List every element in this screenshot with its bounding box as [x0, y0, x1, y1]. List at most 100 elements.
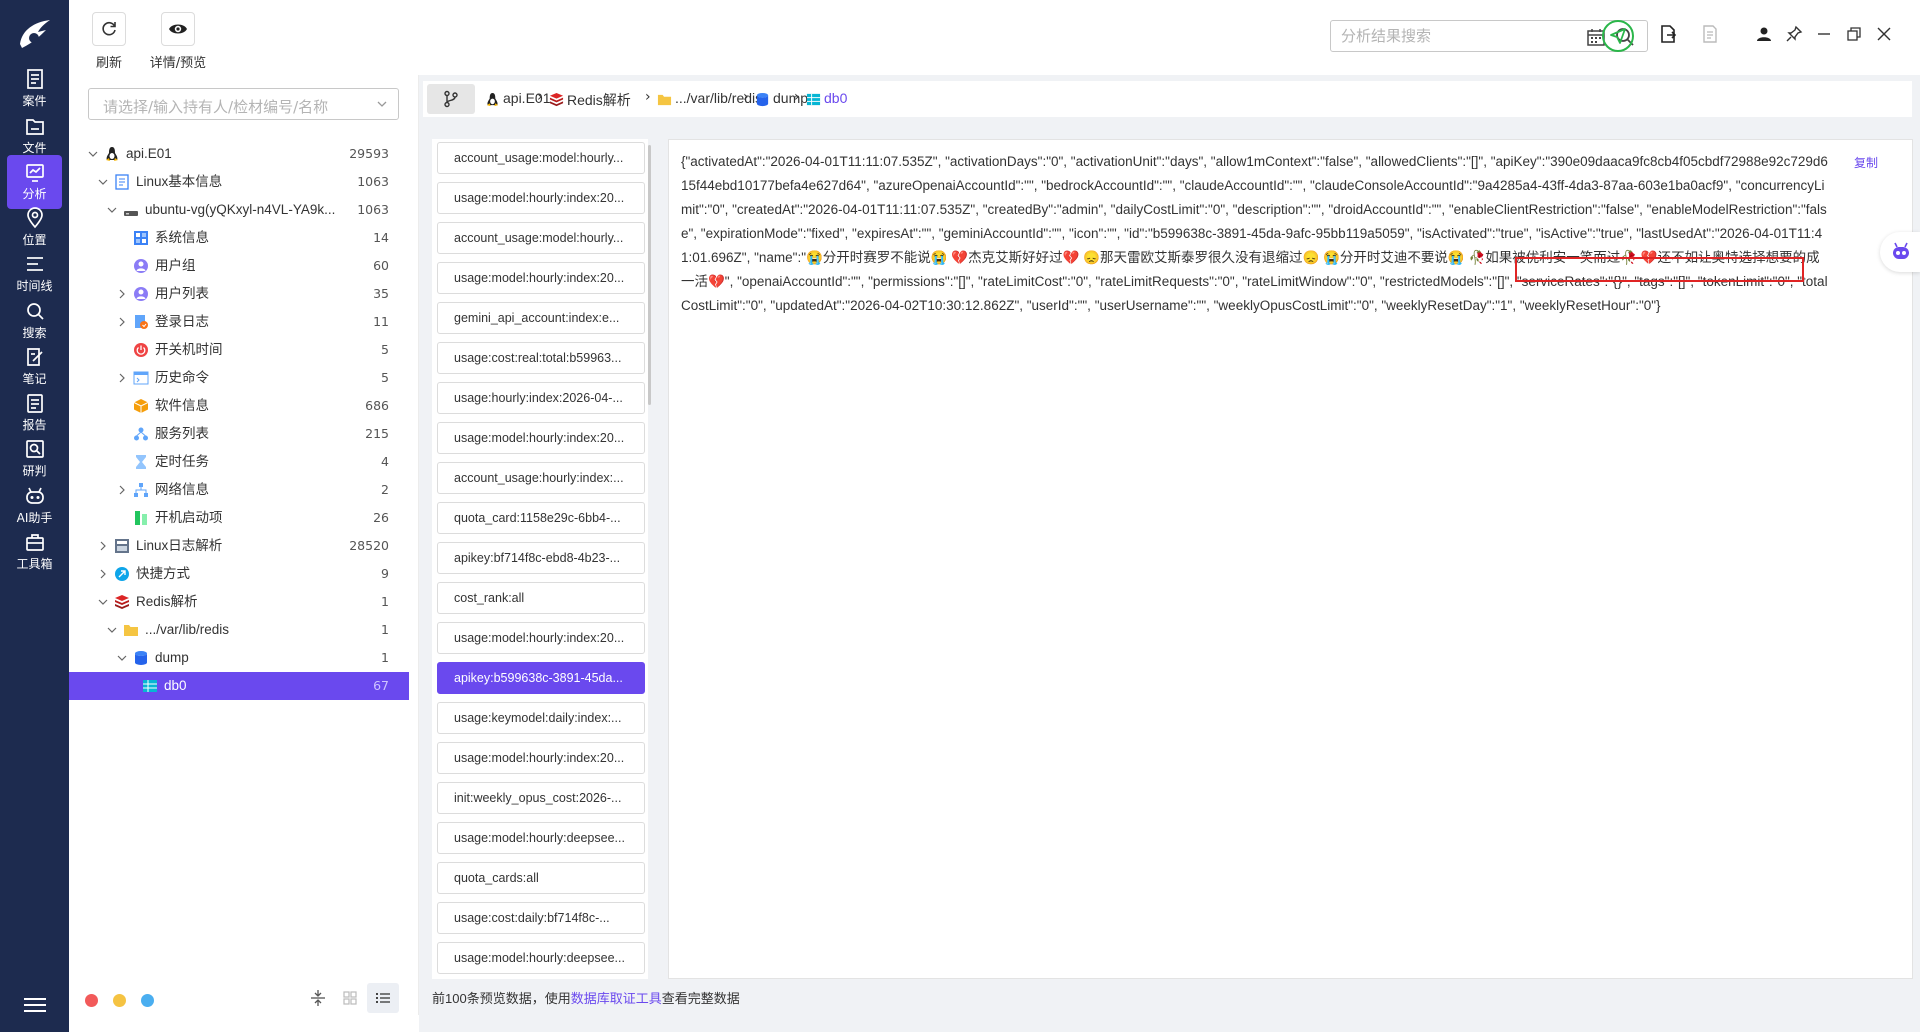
- refresh-button[interactable]: 刷新: [92, 12, 126, 71]
- breadcrumb-item[interactable]: dump: [773, 90, 808, 106]
- preview-note-suffix: 查看完整数据: [661, 991, 740, 1006]
- folder-icon: [657, 94, 672, 106]
- tree-row[interactable]: api.E01 29593: [78, 140, 409, 168]
- chevron-down-icon[interactable]: [98, 597, 108, 607]
- key-item[interactable]: apikey:b599638c-3891-45da...: [437, 662, 645, 694]
- key-item[interactable]: usage:model:hourly:index:20...: [437, 262, 645, 294]
- key-item[interactable]: quota_card:1158e29c-6bb4-...: [437, 502, 645, 534]
- left-nav: 案件 文件 分析 位置 时间线 搜索 笔记 报告 研判 AI助手 工具箱: [0, 0, 69, 1032]
- close-icon[interactable]: [1874, 24, 1894, 44]
- chevron-down-icon[interactable]: [98, 177, 108, 187]
- chevron-right-icon[interactable]: [98, 541, 108, 551]
- tree-row[interactable]: 开关机时间 5: [78, 336, 409, 364]
- evidence-select[interactable]: 请选择/输入持有人/检材编号/名称: [88, 88, 399, 120]
- key-item[interactable]: usage:cost:real:total:b59963...: [437, 342, 645, 374]
- key-item[interactable]: cost_rank:all: [437, 582, 645, 614]
- tree-row[interactable]: 系统信息 14: [78, 224, 409, 252]
- terminal-icon: [133, 371, 149, 385]
- nav-item-judge[interactable]: 研判: [7, 432, 62, 486]
- nav-item-case[interactable]: 案件: [7, 62, 62, 116]
- tree-row-count: 2: [381, 482, 389, 497]
- tree-row[interactable]: 开机启动项 26: [78, 504, 409, 532]
- tree-row[interactable]: db0 67: [69, 672, 409, 700]
- key-item[interactable]: account_usage:model:hourly...: [437, 222, 645, 254]
- power-icon: [134, 343, 148, 357]
- tree-row[interactable]: 快捷方式 9: [78, 560, 409, 588]
- copy-button[interactable]: 复制: [1854, 154, 1878, 171]
- key-item[interactable]: init:weekly_opus_cost:2026-...: [437, 782, 645, 814]
- tree-row-count: 4: [381, 454, 389, 469]
- tree-row[interactable]: dump 1: [78, 644, 409, 672]
- chevron-down-icon[interactable]: [107, 205, 117, 215]
- tree-row[interactable]: 历史命令 5: [78, 364, 409, 392]
- key-item[interactable]: apikey:bf714f8c-ebd8-4b23-...: [437, 542, 645, 574]
- nav-item-timeline[interactable]: 时间线: [7, 247, 62, 301]
- key-item[interactable]: usage:keymodel:daily:index:...: [437, 702, 645, 734]
- chevron-right-icon[interactable]: [117, 317, 127, 327]
- chevron-right-icon[interactable]: [117, 485, 127, 495]
- chevron-right-icon[interactable]: [117, 373, 127, 383]
- nav-item-toolbox[interactable]: 工具箱: [7, 525, 62, 579]
- minimize-icon[interactable]: [1814, 24, 1834, 44]
- send-icon[interactable]: [1601, 19, 1635, 53]
- tree-row-count: 1063: [357, 202, 389, 217]
- chevron-right-icon[interactable]: [117, 289, 127, 299]
- tree-row[interactable]: Redis解析 1: [78, 588, 409, 616]
- yellow-dot-icon[interactable]: [113, 994, 126, 1007]
- chevron-down-icon[interactable]: [117, 653, 127, 663]
- user-icon[interactable]: [1754, 24, 1774, 44]
- tree-row[interactable]: 用户列表 35: [78, 280, 409, 308]
- list-view-button[interactable]: [367, 983, 399, 1013]
- key-list-scrollbar[interactable]: [648, 145, 651, 405]
- tree-row[interactable]: Linux基本信息 1063: [78, 168, 409, 196]
- chevron-right-icon[interactable]: [98, 569, 108, 579]
- pin-icon[interactable]: [1784, 24, 1804, 44]
- key-item[interactable]: account_usage:model:hourly...: [437, 142, 645, 174]
- ai-assistant-float-button[interactable]: [1880, 232, 1920, 272]
- key-item[interactable]: gemini_api_account:index:e...: [437, 302, 645, 334]
- key-item[interactable]: usage:hourly:index:2026-04-...: [437, 382, 645, 414]
- key-item[interactable]: account_usage:hourly:index:...: [437, 462, 645, 494]
- tree-row[interactable]: Linux日志解析 28520: [78, 532, 409, 560]
- key-item[interactable]: usage:model:hourly:index:20...: [437, 422, 645, 454]
- breadcrumb-item[interactable]: .../var/lib/redis: [675, 90, 762, 106]
- red-dot-icon[interactable]: [85, 994, 98, 1007]
- key-item[interactable]: usage:model:hourly:deepsee...: [437, 822, 645, 854]
- export-icon[interactable]: [1658, 24, 1678, 44]
- search-icon: [26, 303, 44, 320]
- breadcrumb-item[interactable]: api.E01: [503, 90, 550, 106]
- tree-row-count: 26: [373, 510, 389, 525]
- tree-row[interactable]: 网络信息 2: [78, 476, 409, 504]
- chevron-down-icon[interactable]: [88, 149, 98, 159]
- result-search-input[interactable]: [1341, 26, 1571, 46]
- tree-row[interactable]: 服务列表 215: [78, 420, 409, 448]
- breadcrumb-item[interactable]: db0: [824, 90, 847, 106]
- menu-toggle-icon[interactable]: [24, 996, 46, 1014]
- key-item[interactable]: usage:model:hourly:deepsee...: [437, 942, 645, 974]
- key-item[interactable]: usage:model:hourly:index:20...: [437, 742, 645, 774]
- db-forensics-tool-link[interactable]: 数据库取证工具: [571, 991, 662, 1006]
- collapse-all-icon[interactable]: [309, 989, 327, 1007]
- tree-row[interactable]: .../var/lib/redis 1: [78, 616, 409, 644]
- key-item[interactable]: usage:model:hourly:index:20...: [437, 182, 645, 214]
- app-logo-icon[interactable]: [14, 14, 56, 56]
- tree-row-label: 登录日志: [155, 314, 209, 329]
- preview-button[interactable]: 详情/预览: [143, 12, 213, 71]
- chevron-down-icon[interactable]: [107, 625, 117, 635]
- grid-view-icon[interactable]: [341, 989, 359, 1007]
- report-export-icon[interactable]: [1700, 24, 1720, 44]
- tree-row[interactable]: 用户组 60: [78, 252, 409, 280]
- tree-row[interactable]: 软件信息 686: [78, 392, 409, 420]
- tree-row[interactable]: ubuntu-vg(yQKxyl-n4VL-YA9k... 1063: [78, 196, 409, 224]
- blue-dot-icon[interactable]: [141, 994, 154, 1007]
- redis-icon: [115, 595, 129, 609]
- restore-icon[interactable]: [1844, 24, 1864, 44]
- key-item[interactable]: usage:model:hourly:index:20...: [437, 622, 645, 654]
- key-item[interactable]: usage:cost:daily:bf714f8c-...: [437, 902, 645, 934]
- tree-footer: [69, 980, 419, 1015]
- breadcrumb-item[interactable]: Redis解析: [567, 90, 631, 110]
- key-item[interactable]: quota_cards:all: [437, 862, 645, 894]
- branch-button[interactable]: [427, 84, 475, 114]
- tree-row[interactable]: 登录日志 11: [78, 308, 409, 336]
- tree-row[interactable]: 定时任务 4: [78, 448, 409, 476]
